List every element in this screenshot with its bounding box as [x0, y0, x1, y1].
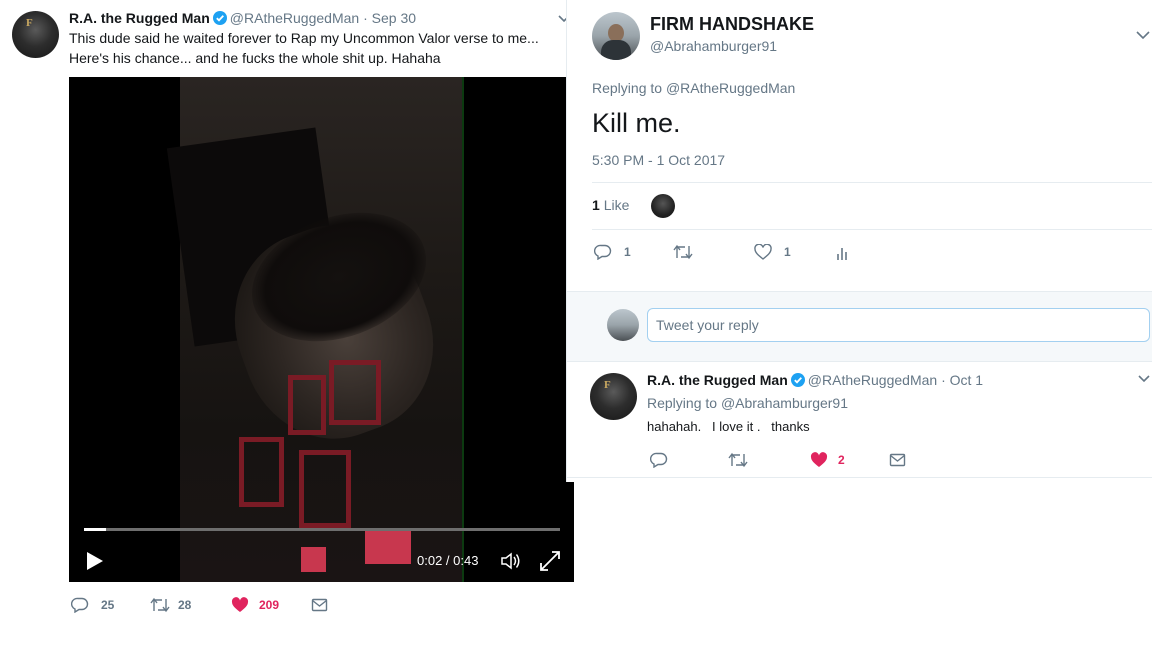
tweet-date[interactable]: Oct 1 [950, 372, 983, 388]
reply-icon [594, 244, 612, 260]
video-progress-track[interactable] [84, 528, 560, 531]
heart-icon [231, 597, 249, 613]
reply-count: 25 [101, 598, 115, 612]
verified-icon [790, 373, 805, 387]
author-handle[interactable]: @Abrahamburger91 [650, 38, 777, 54]
author-name[interactable]: R.A. the Rugged Man [647, 372, 788, 388]
reply-count: 1 [624, 245, 631, 259]
tweet-text-line-1: This dude said he waited forever to Rap … [69, 30, 539, 46]
verified-icon [212, 11, 227, 25]
author-handle[interactable]: @RAtheRuggedMan [808, 372, 937, 388]
author-avatar[interactable] [592, 12, 640, 60]
tweet-header: R.A. the Rugged Man @RAtheRuggedMan · Oct… [647, 372, 983, 388]
tweet-reply-input[interactable] [647, 308, 1150, 342]
play-icon[interactable] [84, 550, 106, 572]
replying-prefix: Replying to [592, 80, 663, 96]
reply-icon [71, 597, 89, 613]
replying-to: Replying to @Abrahamburger91 [647, 395, 848, 411]
separator-dot: · [363, 10, 368, 26]
replying-prefix: Replying to [647, 395, 718, 411]
video-time: 0:02 / 0:43 [417, 553, 479, 568]
tweet-text: Kill me. [592, 108, 681, 138]
tweet-text: hahahah. I love it . thanks [647, 419, 810, 434]
chevron-down-icon[interactable] [1138, 374, 1150, 384]
replying-to-handle[interactable]: @RAtheRuggedMan [666, 80, 795, 96]
likes-summary[interactable]: 1 Like [592, 197, 629, 213]
retweet-button[interactable] [673, 244, 693, 260]
reply-button[interactable]: 25 [71, 597, 114, 613]
like-button[interactable]: 209 [231, 597, 279, 613]
tweet-date[interactable]: Sep 30 [372, 10, 416, 26]
fullscreen-icon[interactable] [539, 550, 561, 572]
dm-icon[interactable] [889, 453, 907, 467]
retweet-button[interactable]: 28 [150, 597, 191, 613]
tweet-timestamp[interactable]: 5:30 PM - 1 Oct 2017 [592, 152, 725, 168]
tweet-text-line-2: Here's his chance... and he fucks the wh… [69, 50, 441, 66]
like-button[interactable]: 1 [754, 244, 791, 260]
divider [592, 229, 1152, 230]
analytics-icon[interactable] [836, 245, 850, 261]
separator-dot: · [941, 372, 946, 388]
retweet-icon [150, 597, 170, 613]
author-name[interactable]: FIRM HANDSHAKE [650, 14, 814, 35]
volume-icon[interactable] [500, 551, 522, 571]
chevron-down-icon[interactable] [1136, 30, 1150, 40]
like-count: 1 [784, 245, 791, 259]
likes-label: Like [603, 197, 630, 213]
likes-count: 1 [592, 197, 600, 213]
author-avatar[interactable]: F [590, 373, 637, 420]
heart-icon [810, 452, 828, 468]
replying-to: Replying to @RAtheRuggedMan [592, 80, 795, 96]
retweet-icon [673, 244, 693, 260]
reply-icon[interactable] [650, 452, 668, 468]
divider [592, 182, 1152, 183]
user-avatar[interactable] [607, 309, 639, 341]
divider [567, 477, 1152, 478]
heart-icon [754, 244, 772, 260]
like-button[interactable]: 2 [810, 452, 845, 468]
replying-to-handle[interactable]: @Abrahamburger91 [721, 395, 848, 411]
dm-icon[interactable] [311, 598, 329, 612]
retweet-count: 28 [178, 598, 192, 612]
video-progress-fill [84, 528, 107, 531]
liker-avatar[interactable] [651, 194, 675, 218]
author-name[interactable]: R.A. the Rugged Man [69, 10, 210, 26]
reply-button[interactable]: 1 [594, 244, 631, 260]
author-avatar[interactable]: F [12, 11, 59, 58]
tweet-header: R.A. the Rugged Man @RAtheRuggedMan · Sep… [69, 10, 416, 26]
retweet-icon[interactable] [728, 452, 748, 468]
video-player[interactable] [69, 77, 574, 582]
author-handle[interactable]: @RAtheRuggedMan [230, 10, 359, 26]
like-count: 2 [838, 453, 845, 467]
like-count: 209 [259, 598, 280, 612]
